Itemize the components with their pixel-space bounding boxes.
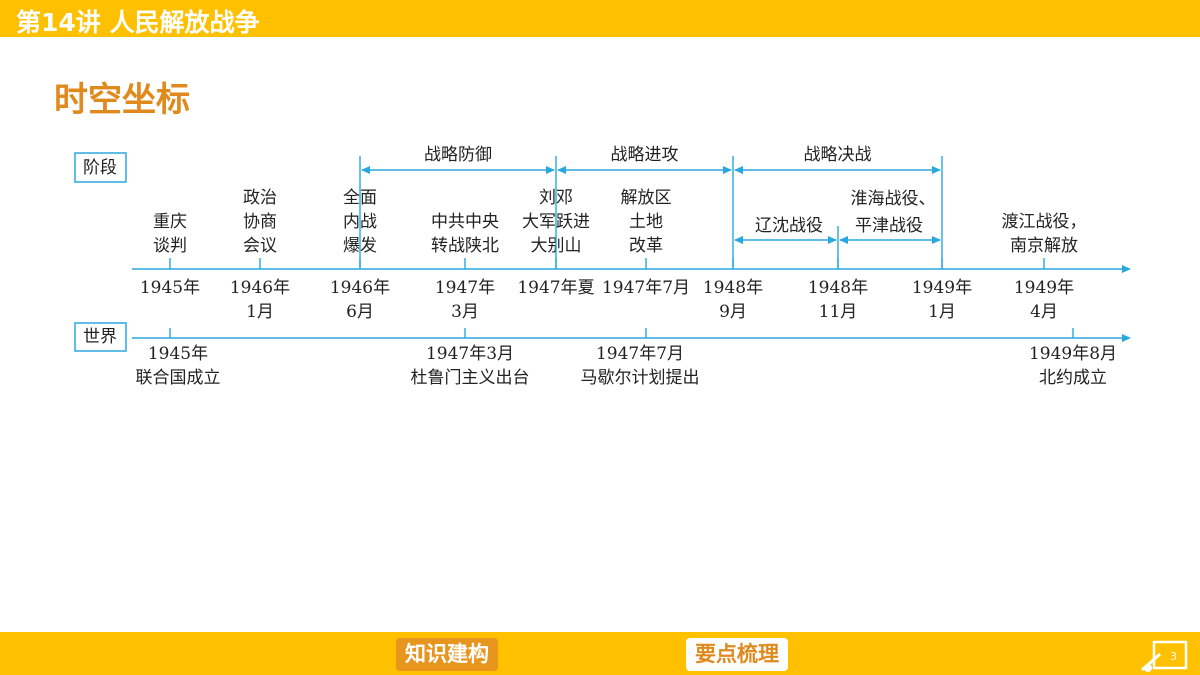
page-number: 3 [1170, 650, 1177, 663]
battle-liaoshen-label: 辽沈战役 [755, 216, 823, 236]
event-date: 1947年7月 [602, 278, 690, 298]
battle-huaihai-label: 淮海战役、 [851, 189, 936, 209]
event-label: 土地 [629, 212, 663, 232]
event-label: 南京解放 [1010, 236, 1078, 256]
arrow-head [723, 166, 732, 174]
arrow-head [1122, 334, 1131, 342]
event-label: 渡江战役， [1002, 212, 1087, 232]
event-label: 谈判 [153, 236, 187, 256]
arrow-head [546, 166, 555, 174]
event-label: 转战陕北 [431, 236, 499, 256]
event-date: 1月 [246, 302, 274, 322]
event-label: 改革 [629, 236, 663, 256]
timeline-diagram: 阶段世界重庆谈判1945年政治协商会议1946年1月全面内战爆发1946年6月中… [74, 145, 1131, 388]
battle-pingjin-label: 平津战役 [855, 216, 923, 236]
event-date: 1945年 [140, 278, 200, 298]
event-label: 重庆 [153, 212, 187, 232]
event-date: 1949年 [912, 278, 972, 298]
event-date: 1946年 [230, 278, 290, 298]
stage-label: 阶段 [83, 158, 117, 178]
bottom-bar [0, 632, 1200, 675]
event-date: 1948年 [808, 278, 868, 298]
key-points-button[interactable]: 要点梳理 [686, 638, 788, 671]
event-label: 政治 [243, 188, 277, 208]
world-event-label: 1945年 [148, 344, 208, 364]
arrow-head [932, 236, 941, 244]
world-event-label: 1949年8月 [1029, 344, 1117, 364]
arrow-head [828, 236, 837, 244]
world-event-label: 联合国成立 [136, 368, 221, 388]
world-event-label: 北约成立 [1039, 368, 1107, 388]
event-date: 1946年 [330, 278, 390, 298]
event-date: 1月 [928, 302, 956, 322]
event-date: 11月 [819, 302, 858, 322]
event-label: 协商 [243, 212, 277, 232]
event-date: 1948年 [703, 278, 763, 298]
event-date: 1947年 [435, 278, 495, 298]
event-date: 3月 [451, 302, 479, 322]
event-date: 1947年夏 [517, 278, 594, 298]
world-label: 世界 [83, 327, 117, 347]
event-date: 9月 [719, 302, 747, 322]
arrow-head [734, 236, 743, 244]
phase-label: 战略决战 [804, 145, 872, 165]
event-date: 4月 [1030, 302, 1058, 322]
event-label: 会议 [243, 236, 277, 256]
world-event-label: 1947年7月 [596, 344, 684, 364]
arrow-head [557, 166, 566, 174]
arrow-head [932, 166, 941, 174]
page-number-icon[interactable]: 3 [1140, 638, 1188, 672]
knowledge-structure-button[interactable]: 知识建构 [396, 638, 498, 671]
arrow-head [839, 236, 848, 244]
phase-label: 战略防御 [424, 145, 492, 165]
phase-label: 战略进攻 [611, 145, 679, 165]
world-event-label: 1947年3月 [426, 344, 514, 364]
world-event-label: 杜鲁门主义出台 [411, 368, 530, 388]
event-label: 中共中央 [431, 212, 499, 232]
event-label: 解放区 [621, 188, 672, 208]
arrow-head [734, 166, 743, 174]
arrow-head [1122, 265, 1131, 273]
event-date: 6月 [346, 302, 374, 322]
event-date: 1949年 [1014, 278, 1074, 298]
arrow-head [361, 166, 370, 174]
world-event-label: 马歇尔计划提出 [581, 368, 700, 388]
